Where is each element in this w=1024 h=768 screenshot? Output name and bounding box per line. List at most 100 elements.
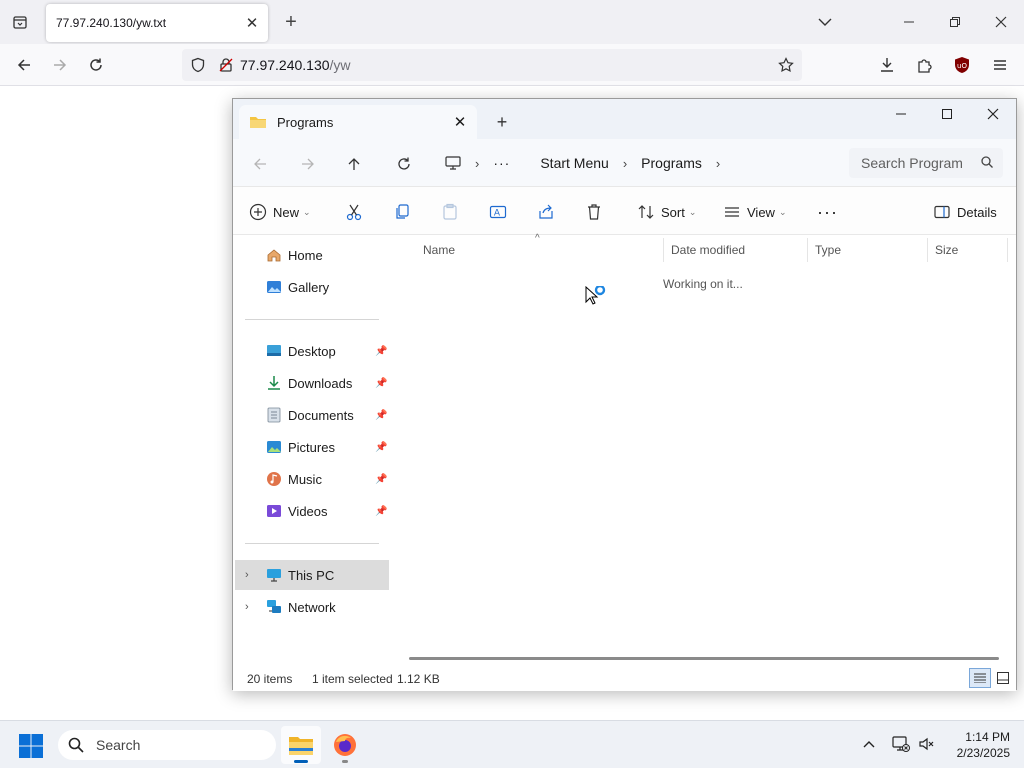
nav-item-this-pc[interactable]: › This PC: [235, 560, 389, 590]
tab-list-button[interactable]: [6, 8, 34, 36]
column-header-name[interactable]: Name: [423, 238, 455, 262]
explorer-search-input[interactable]: Search Program: [849, 148, 1003, 178]
network-status-button[interactable]: [890, 733, 912, 755]
column-separator[interactable]: [807, 238, 808, 262]
pin-icon[interactable]: 📌: [375, 410, 387, 421]
nav-item-gallery[interactable]: Gallery: [245, 272, 389, 302]
tracking-protection-icon[interactable]: [190, 57, 206, 73]
chevron-up-icon: [863, 741, 875, 748]
url-bar[interactable]: 77.97.240.130/yw: [182, 49, 802, 81]
breadcrumb[interactable]: › ··· Start Menu › Programs ›: [437, 148, 839, 178]
close-window-button[interactable]: [978, 0, 1024, 44]
explorer-close-button[interactable]: [970, 99, 1016, 129]
taskbar-file-explorer[interactable]: [281, 726, 321, 764]
pin-icon[interactable]: 📌: [375, 506, 387, 517]
breadcrumb-overflow-button[interactable]: ···: [493, 155, 510, 171]
pin-icon[interactable]: 📌: [375, 378, 387, 389]
chevron-right-icon[interactable]: ›: [245, 601, 249, 613]
explorer-new-tab-button[interactable]: +: [491, 111, 513, 133]
column-header-size[interactable]: Size: [935, 238, 958, 262]
sort-button[interactable]: Sort ⌄: [637, 199, 696, 225]
nav-item-pictures[interactable]: Pictures 📌: [245, 432, 389, 462]
cut-button[interactable]: [345, 199, 363, 225]
details-pane-button[interactable]: Details: [933, 199, 997, 225]
explorer-minimize-button[interactable]: [878, 99, 924, 129]
nav-item-label: Home: [288, 247, 323, 263]
horizontal-scrollbar[interactable]: [409, 657, 999, 660]
tiles-view-button[interactable]: [992, 668, 1014, 688]
minimize-button[interactable]: [886, 0, 932, 44]
network-icon: [265, 598, 283, 616]
column-separator[interactable]: [927, 238, 928, 262]
pin-icon[interactable]: 📌: [375, 442, 387, 453]
url-path: /yw: [329, 57, 351, 73]
close-icon: [987, 108, 999, 120]
volume-button[interactable]: [916, 733, 938, 755]
column-separator[interactable]: [1007, 238, 1008, 262]
nav-item-desktop[interactable]: Desktop 📌: [245, 336, 389, 366]
view-button[interactable]: View ⌄: [723, 199, 787, 225]
close-tab-icon[interactable]: ✕: [240, 11, 264, 35]
nav-item-network[interactable]: › Network: [245, 592, 389, 622]
column-header-date-modified[interactable]: Date modified: [671, 238, 745, 262]
home-icon: [265, 246, 283, 264]
new-button-label: New: [273, 204, 300, 220]
refresh-icon: [398, 157, 410, 170]
paste-button[interactable]: [441, 199, 459, 225]
taskbar-clock[interactable]: 1:14 PM 2/23/2025: [946, 729, 1010, 761]
share-button[interactable]: [537, 199, 555, 225]
column-separator[interactable]: [663, 238, 664, 262]
insecure-lock-icon[interactable]: [218, 57, 234, 73]
item-count: 20 items: [247, 672, 293, 686]
nav-item-home[interactable]: Home: [245, 240, 389, 270]
more-options-button[interactable]: ···: [817, 199, 838, 225]
new-tab-button[interactable]: +: [278, 9, 304, 35]
list-all-tabs-button[interactable]: [812, 12, 838, 32]
explorer-forward-button[interactable]: [295, 151, 321, 177]
chevron-right-icon[interactable]: ›: [716, 156, 720, 171]
details-view-button[interactable]: [969, 668, 991, 688]
breadcrumb-item-start-menu[interactable]: Start Menu: [540, 155, 608, 171]
pin-icon[interactable]: 📌: [375, 474, 387, 485]
taskbar-firefox[interactable]: [325, 726, 365, 764]
browser-tab[interactable]: 77.97.240.130/yw.txt ✕: [46, 4, 268, 42]
new-button[interactable]: New ⌄: [249, 199, 311, 225]
restore-button[interactable]: [932, 0, 978, 44]
explorer-up-button[interactable]: [341, 151, 367, 177]
chevron-right-icon: ›: [622, 155, 628, 171]
bookmark-star-icon[interactable]: [778, 57, 794, 73]
reload-button[interactable]: [82, 51, 110, 79]
browser-tab-bar: 77.97.240.130/yw.txt ✕ +: [0, 0, 1024, 44]
show-hidden-icons-button[interactable]: [858, 733, 880, 755]
download-icon: [881, 58, 893, 72]
taskbar-search-box[interactable]: Search: [58, 730, 276, 760]
explorer-back-button[interactable]: [247, 151, 273, 177]
nav-item-documents[interactable]: Documents 📌: [245, 400, 389, 430]
forward-button[interactable]: [46, 51, 74, 79]
ublock-shield-icon: uO: [955, 57, 969, 73]
explorer-title-bar: Programs ✕ +: [233, 99, 1016, 139]
close-tab-icon[interactable]: ✕: [449, 111, 471, 133]
nav-item-music[interactable]: Music 📌: [245, 464, 389, 494]
pin-icon[interactable]: 📌: [375, 346, 387, 357]
back-button[interactable]: [10, 51, 38, 79]
file-list[interactable]: ^ Name Date modified Type Size Working o…: [393, 233, 1016, 663]
copy-button[interactable]: [393, 199, 411, 225]
ublock-button[interactable]: uO: [948, 51, 976, 79]
chevron-right-icon[interactable]: ›: [245, 569, 249, 581]
column-header-type[interactable]: Type: [815, 238, 841, 262]
breadcrumb-item-programs[interactable]: Programs: [641, 155, 702, 171]
extensions-button[interactable]: [910, 51, 938, 79]
downloads-button[interactable]: [873, 51, 901, 79]
explorer-tab[interactable]: Programs ✕: [239, 105, 477, 139]
app-menu-button[interactable]: [986, 51, 1014, 79]
loading-text: Working on it...: [663, 277, 743, 291]
nav-item-videos[interactable]: Videos 📌: [245, 496, 389, 526]
delete-button[interactable]: [585, 199, 603, 225]
rename-button[interactable]: A: [489, 199, 507, 225]
nav-item-downloads[interactable]: Downloads 📌: [245, 368, 389, 398]
explorer-refresh-button[interactable]: [391, 151, 417, 177]
start-button[interactable]: [18, 733, 44, 759]
monitor-icon[interactable]: [445, 156, 461, 170]
explorer-maximize-button[interactable]: [924, 99, 970, 129]
